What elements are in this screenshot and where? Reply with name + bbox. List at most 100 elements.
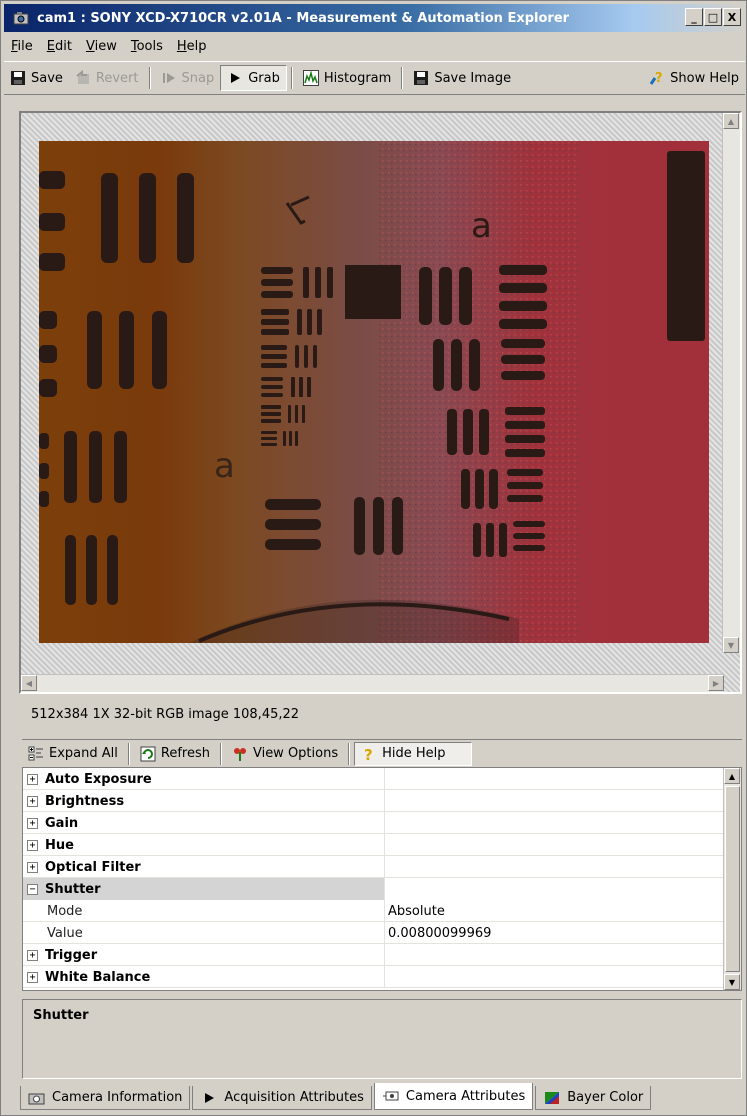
attribute-value[interactable] — [385, 768, 723, 790]
attribute-value[interactable]: Absolute — [385, 900, 723, 922]
menu-edit[interactable]: Edit — [40, 39, 79, 54]
close-button[interactable]: X — [723, 8, 741, 26]
viewer-horizontal-scrollbar[interactable]: ◀ ▶ — [21, 674, 724, 692]
attribute-name: Brightness — [45, 793, 125, 809]
expand-all-label: Expand All — [49, 746, 118, 761]
collapse-icon[interactable]: − — [27, 883, 38, 895]
attribute-value[interactable]: 0.00800099969 — [385, 922, 723, 944]
help-question-icon: ? — [361, 746, 377, 762]
tree-expand-icon — [28, 746, 44, 762]
expand-icon[interactable]: + — [27, 949, 38, 961]
attribute-name: White Balance — [45, 969, 151, 985]
attribute-row-optical-filter[interactable]: + Optical Filter — [23, 856, 723, 878]
histogram-icon — [302, 70, 319, 86]
attribute-value[interactable] — [385, 790, 723, 812]
attribute-value[interactable] — [385, 878, 723, 900]
attribute-row-gain[interactable]: + Gain — [23, 812, 723, 834]
window-controls: _ □ X — [685, 8, 741, 26]
attribute-name-cell: + Optical Filter — [23, 856, 385, 878]
save-image-label: Save Image — [434, 70, 512, 86]
attribute-value[interactable] — [385, 812, 723, 834]
scroll-down-arrow-icon[interactable]: ▼ — [724, 974, 740, 990]
help-title: Shutter — [33, 1008, 89, 1023]
scroll-right-arrow-icon[interactable]: ▶ — [708, 675, 724, 691]
floppy-disk-icon — [413, 70, 429, 86]
maximize-button[interactable]: □ — [704, 8, 722, 26]
scroll-up-arrow-icon[interactable]: ▲ — [723, 113, 739, 129]
bayer-color-icon — [543, 1091, 561, 1105]
svg-text:a: a — [471, 206, 492, 246]
menu-file-label: ile — [17, 38, 33, 54]
tab-camera-information[interactable]: Camera Information — [20, 1086, 191, 1110]
attribute-name: Hue — [45, 837, 74, 853]
filter-icon — [232, 746, 248, 762]
attribute-row-shutter-mode[interactable]: Mode Absolute — [23, 900, 723, 922]
tab-label: Acquisition Attributes — [224, 1090, 364, 1105]
tab-label: Camera Attributes — [405, 1088, 526, 1104]
tab-camera-attributes[interactable]: Camera Attributes — [373, 1083, 534, 1110]
attribute-name: Trigger — [45, 947, 98, 963]
toolbar-separator — [401, 67, 404, 89]
attribute-row-brightness[interactable]: + Brightness — [23, 790, 723, 812]
view-options-label: View Options — [252, 746, 339, 761]
attribute-value[interactable] — [385, 856, 723, 878]
hide-help-label: Hide Help — [382, 746, 446, 761]
viewer-vertical-scrollbar[interactable]: ▲ ▼ — [722, 113, 740, 653]
snap-button[interactable]: Snap — [155, 65, 221, 91]
expand-all-button[interactable]: Expand All — [22, 742, 124, 766]
attributes-grid: + Auto Exposure + Brightness + Gain + Hue + O… — [22, 767, 742, 991]
hide-help-button[interactable]: ? Hide Help — [354, 741, 473, 766]
camera-app-icon — [12, 8, 32, 28]
attributes-vertical-scrollbar[interactable]: ▲ ▼ — [723, 768, 741, 990]
refresh-label: Refresh — [160, 746, 210, 761]
title-bar[interactable]: cam1 : SONY XCD-X710CR v2.01A - Measurem… — [4, 4, 745, 32]
scroll-up-arrow-icon[interactable]: ▲ — [724, 768, 740, 784]
toolbar-separator — [348, 742, 351, 765]
menu-view[interactable]: View — [79, 39, 124, 54]
scrollbar-thumb[interactable] — [725, 786, 740, 972]
attribute-value[interactable] — [385, 834, 723, 856]
scroll-left-arrow-icon[interactable]: ◀ — [21, 675, 37, 691]
bottom-tab-bar: Camera Information Acquisition Attribute… — [20, 1083, 653, 1110]
attribute-row-shutter-value[interactable]: Value 0.00800099969 — [23, 922, 723, 944]
minimize-button[interactable]: _ — [685, 8, 703, 26]
attribute-row-trigger[interactable]: + Trigger — [23, 944, 723, 966]
expand-icon[interactable]: + — [27, 817, 38, 829]
attribute-value[interactable] — [385, 966, 723, 988]
menu-help[interactable]: Help — [170, 39, 214, 54]
toolbar-separator — [148, 67, 151, 89]
menu-tools[interactable]: Tools — [124, 39, 170, 54]
revert-button[interactable]: Revert — [69, 65, 145, 91]
save-button[interactable]: Save — [4, 65, 69, 91]
save-image-button[interactable]: Save Image — [407, 65, 517, 91]
attribute-row-auto-exposure[interactable]: + Auto Exposure — [23, 768, 723, 790]
expand-icon[interactable]: + — [27, 861, 38, 873]
menu-file[interactable]: File — [4, 39, 40, 54]
camera-icon — [28, 1091, 46, 1105]
attribute-value[interactable] — [385, 944, 723, 966]
attribute-row-shutter[interactable]: − Shutter — [23, 878, 723, 900]
grab-button[interactable]: Grab — [220, 65, 287, 91]
tab-acquisition-attributes[interactable]: Acquisition Attributes — [192, 1086, 372, 1110]
expand-icon[interactable]: + — [27, 773, 38, 785]
attribute-row-hue[interactable]: + Hue — [23, 834, 723, 856]
view-options-button[interactable]: View Options — [226, 742, 344, 766]
toolbar-separator — [127, 742, 130, 765]
scroll-down-arrow-icon[interactable]: ▼ — [723, 637, 739, 653]
attribute-row-white-balance[interactable]: + White Balance — [23, 966, 723, 988]
svg-text:?: ? — [364, 746, 373, 762]
attribute-name-cell: + White Balance — [23, 966, 385, 988]
expand-icon[interactable]: + — [27, 971, 38, 983]
expand-icon[interactable]: + — [27, 795, 38, 807]
tab-bayer-color[interactable]: Bayer Color — [535, 1086, 652, 1110]
expand-icon[interactable]: + — [27, 839, 38, 851]
show-help-label: Show Help — [670, 70, 739, 86]
show-help-button[interactable]: ? Show Help — [643, 65, 745, 91]
refresh-icon — [140, 746, 156, 762]
grab-label: Grab — [248, 70, 280, 86]
attribute-name-cell: + Brightness — [23, 790, 385, 812]
histogram-button[interactable]: Histogram — [297, 65, 397, 91]
image-viewer[interactable]: a a ▲ ▼ ◀ ▶ — [19, 111, 742, 694]
histogram-label: Histogram — [323, 70, 392, 86]
refresh-button[interactable]: Refresh — [134, 742, 216, 766]
